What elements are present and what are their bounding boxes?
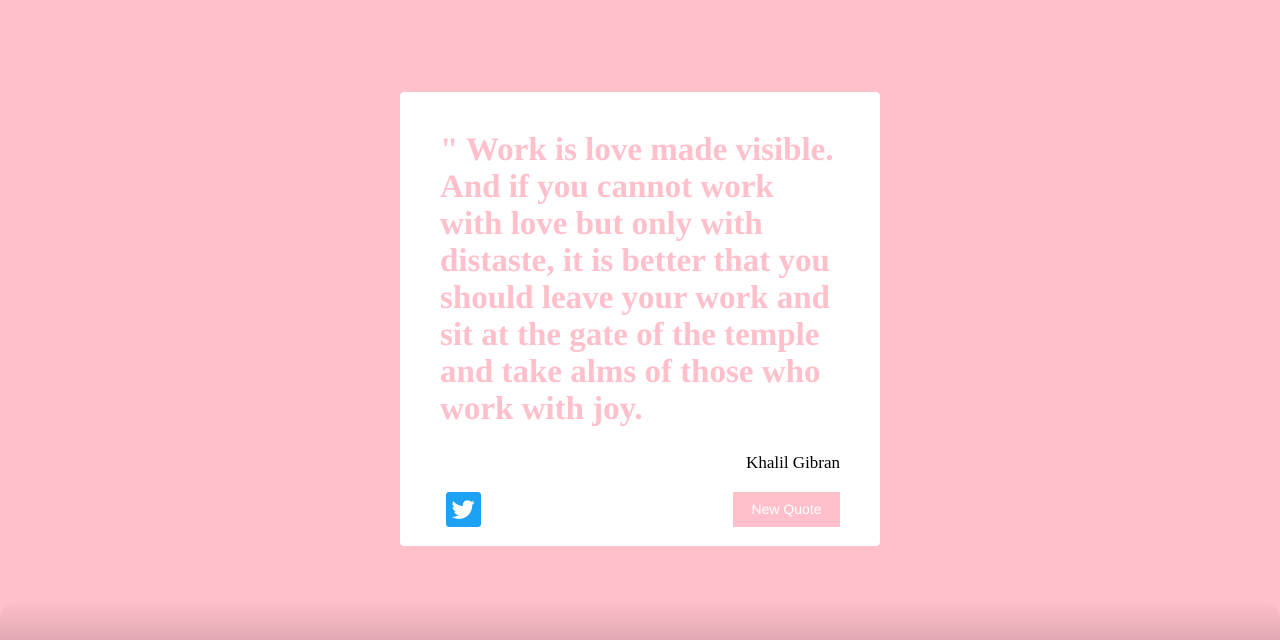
quote-actions: New Quote (440, 491, 840, 527)
bottom-shadow (0, 600, 1280, 640)
twitter-icon (451, 499, 475, 519)
quote-card: " Work is love made visible. And if you … (400, 92, 880, 546)
quote-text: " Work is love made visible. And if you … (440, 132, 834, 427)
page: { "quote": { "text": "\" Work is love ma… (0, 0, 1280, 640)
quote-author: Khalil Gibran (746, 453, 840, 472)
new-quote-button[interactable]: New Quote (733, 491, 840, 527)
tweet-quote-button[interactable] (446, 491, 481, 527)
